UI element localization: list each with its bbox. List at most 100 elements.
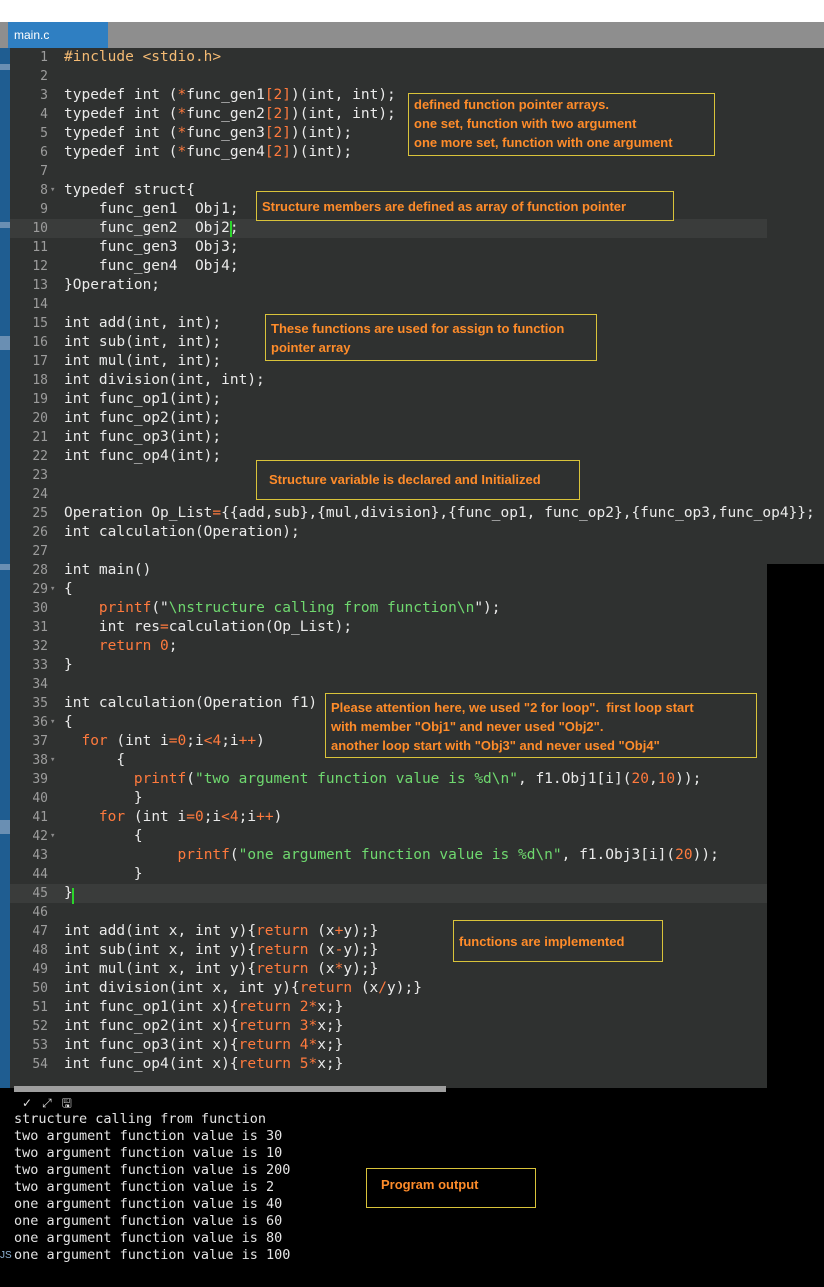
code-line-44[interactable]: 44 }	[10, 865, 767, 884]
code-token: ;i	[186, 733, 204, 749]
code-line-34[interactable]: 34	[10, 675, 767, 694]
code-line-21[interactable]: 21 int func_op3(int);	[10, 428, 767, 447]
terminal-line: one argument function value is 100	[14, 1247, 291, 1263]
code-token: int res	[64, 619, 161, 635]
line-number: 1	[40, 50, 48, 65]
code-token: 4	[212, 733, 222, 749]
line-number: 54	[32, 1057, 48, 1072]
line-number: 3	[40, 88, 48, 103]
code-line-39[interactable]: 39 printf("two argument function value i…	[10, 770, 767, 789]
code-text: int func_op4(int x){return 5*x;}	[64, 1055, 343, 1074]
code-token: }Operation;	[64, 277, 161, 293]
code-line-31[interactable]: 31 int res=calculation(Op_List);	[10, 618, 767, 637]
code-token: )(int);	[291, 125, 353, 141]
code-token: 0	[177, 733, 187, 749]
code-line-7[interactable]: 7	[10, 162, 767, 181]
line-number: 25	[32, 506, 48, 521]
line-number: 45	[32, 886, 48, 901]
code-token: int sub(int x, int y){	[64, 942, 257, 958]
code-text: typedef int (*func_gen4[2])(int);	[64, 143, 352, 162]
code-line-40[interactable]: 40 }	[10, 789, 767, 808]
terminal-scrollbar[interactable]	[14, 1086, 446, 1092]
fold-toggle-icon[interactable]: ▾	[50, 580, 55, 599]
code-line-30[interactable]: 30 printf("\nstructure calling from func…	[10, 599, 767, 618]
code-line-18[interactable]: 18 int division(int, int);	[10, 371, 767, 390]
line-number: 22	[32, 449, 48, 464]
tab-main-c[interactable]: main.c	[8, 22, 108, 48]
code-text: int calculation(Operation);	[64, 523, 300, 542]
code-token: ("	[151, 600, 169, 616]
code-line-2[interactable]: 2	[10, 67, 767, 86]
code-line-32[interactable]: 32 return 0;	[10, 637, 767, 656]
code-line-49[interactable]: 49 int mul(int x, int y){return (x*y);}	[10, 960, 767, 979]
code-line-43[interactable]: 43 printf("one argument function value i…	[10, 846, 767, 865]
code-line-14[interactable]: 14	[10, 295, 767, 314]
side-panel-marker	[0, 820, 10, 834]
code-token: *	[177, 106, 187, 122]
code-token: , f1.Obj3[i](	[561, 847, 676, 863]
code-line-20[interactable]: 20 int func_op2(int);	[10, 409, 767, 428]
fold-toggle-icon[interactable]: ▾	[50, 751, 55, 770]
code-line-42[interactable]: 42 ▾ {	[10, 827, 767, 846]
code-token: int main()	[64, 562, 152, 578]
code-line-52[interactable]: 52 int func_op2(int x){return 3*x;}	[10, 1017, 767, 1036]
code-token: return	[238, 1056, 291, 1072]
side-label: JS	[0, 1250, 12, 1261]
fold-toggle-icon[interactable]: ▾	[50, 827, 55, 846]
code-line-13[interactable]: 13}Operation;	[10, 276, 767, 295]
code-line-26[interactable]: 26 int calculation(Operation);	[10, 523, 767, 542]
code-line-53[interactable]: 53 int func_op3(int x){return 4*x;}	[10, 1036, 767, 1055]
code-token: *	[177, 125, 187, 141]
fold-toggle-icon[interactable]: ▾	[50, 181, 55, 200]
code-text: int func_op1(int x){return 2*x;}	[64, 998, 343, 1017]
code-line-50[interactable]: 50 int division(int x, int y){return (x/y…	[10, 979, 767, 998]
resize-icon[interactable]: ⤢	[42, 1096, 62, 1110]
line-number: 49	[32, 962, 48, 977]
line-number: 6	[40, 145, 48, 160]
code-text: int division(int, int);	[64, 371, 265, 390]
code-token: *	[308, 999, 318, 1015]
text-cursor-line-45	[72, 888, 74, 904]
code-text: int res=calculation(Op_List);	[64, 618, 352, 637]
code-text: {	[64, 580, 73, 599]
code-token: 20	[675, 847, 693, 863]
code-text: typedef struct{	[64, 181, 195, 200]
code-line-19[interactable]: 19 int func_op1(int);	[10, 390, 767, 409]
check-icon[interactable]: ✓	[22, 1096, 42, 1110]
code-token: return	[238, 999, 291, 1015]
code-line-11[interactable]: 11 func_gen3 Obj3;	[10, 238, 767, 257]
code-token: typedef struct{	[64, 182, 195, 198]
code-line-28[interactable]: 28 int main()	[10, 561, 767, 580]
code-token: y);}	[387, 980, 422, 996]
code-line-33[interactable]: 33}	[10, 656, 767, 675]
fold-toggle-icon[interactable]: ▾	[50, 713, 55, 732]
code-line-45[interactable]: 45}	[10, 884, 767, 903]
code-line-10[interactable]: 10 func_gen2 Obj2;	[10, 219, 767, 238]
code-token: ++	[256, 809, 274, 825]
line-number: 30	[32, 601, 48, 616]
code-line-54[interactable]: 54 int func_op4(int x){return 5*x;}	[10, 1055, 767, 1074]
code-line-25[interactable]: 25 Operation Op_List={{add,sub},{mul,divi…	[10, 504, 814, 523]
code-line-51[interactable]: 51 int func_op1(int x){return 2*x;}	[10, 998, 767, 1017]
code-line-1[interactable]: 1 #include <stdio.h>	[10, 48, 767, 67]
save-icon[interactable]: 🖫	[62, 1096, 82, 1110]
code-line-27[interactable]: 27	[10, 542, 767, 561]
code-text: int add(int x, int y){return (x+y);}	[64, 922, 378, 941]
code-token: =	[212, 505, 222, 521]
code-token: {	[64, 714, 73, 730]
code-token: 20	[631, 771, 649, 787]
code-line-29[interactable]: 29 ▾ {	[10, 580, 767, 599]
code-line-12[interactable]: 12 func_gen4 Obj4;	[10, 257, 767, 276]
line-number: 39	[32, 772, 48, 787]
code-token: [2]	[264, 125, 292, 141]
code-token: for	[81, 733, 108, 749]
code-token: return	[238, 1037, 291, 1053]
code-token: printf	[177, 847, 230, 863]
code-line-41[interactable]: 41 for (int i=0;i<4;i++)	[10, 808, 767, 827]
code-token: return	[256, 961, 309, 977]
code-token: int func_op1(int x){	[64, 999, 239, 1015]
line-number: 46	[32, 905, 48, 920]
